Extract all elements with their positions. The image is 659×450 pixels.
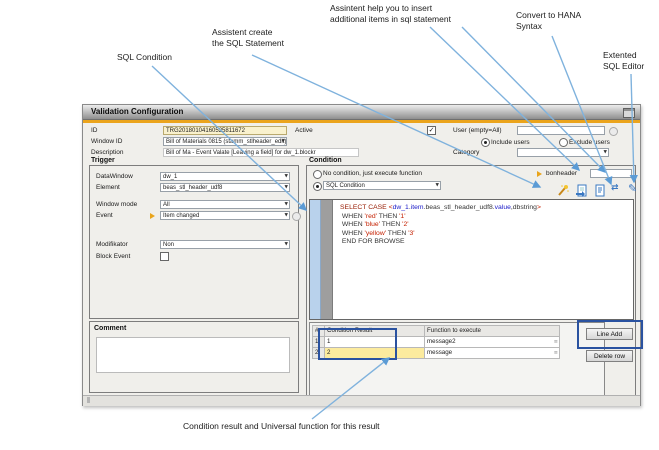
exclude-users-label: Exclude users: [569, 138, 610, 147]
chevron-down-icon: ▼: [282, 138, 285, 146]
window-id-combo[interactable]: Bill of Materials 0815 (stamm_stlheader_…: [163, 137, 287, 146]
sql-code-line: WHEN 'red' THEN '1': [340, 213, 633, 222]
event-info-icon[interactable]: [292, 212, 301, 221]
insert-field-arrow-icon[interactable]: [537, 171, 542, 177]
comment-textarea[interactable]: [96, 337, 290, 373]
window-icon[interactable]: [623, 108, 635, 118]
datawindow-label: DataWindow: [96, 172, 133, 181]
insert-field-name[interactable]: bonheader: [546, 169, 577, 178]
user-label: User (empty=All): [453, 126, 502, 135]
window-id-label: Window ID: [91, 137, 122, 146]
window-mode-label: Window mode: [96, 200, 137, 209]
element-label: Element: [96, 183, 120, 192]
highlight-box-line-add: [577, 320, 643, 349]
validation-configuration-dialog: Validation Configuration ID TRG201801041…: [82, 104, 641, 406]
condition-groupbox: No condition, just execute function bonh…: [306, 165, 636, 403]
chevron-down-icon: ▼: [285, 241, 288, 249]
event-arrow-icon[interactable]: [150, 213, 155, 219]
insert-field-input[interactable]: [590, 169, 632, 178]
no-condition-label: No condition, just execute function: [323, 169, 422, 178]
exclude-users-radio[interactable]: [559, 138, 568, 147]
chevron-down-icon: ▼: [285, 173, 288, 181]
include-users-radio[interactable]: [481, 138, 490, 147]
user-field[interactable]: [517, 126, 605, 135]
resize-grip[interactable]: [87, 397, 90, 403]
comment-groupbox: Comment: [89, 321, 299, 393]
sql-editor[interactable]: SELECT CASE <dw_1.item.beas_stl_header_u…: [309, 199, 634, 320]
comment-label: Comment: [94, 325, 126, 332]
modifikator-combo[interactable]: Non▼: [160, 240, 290, 249]
sql-code-line: END FOR BROWSE: [340, 238, 633, 247]
sql-statement-icon[interactable]: [593, 184, 607, 197]
category-label: Category: [453, 148, 479, 157]
chevron-down-icon: ▼: [604, 149, 607, 157]
delete-row-button[interactable]: Delete row: [586, 350, 633, 362]
function-picker-icon[interactable]: ≡: [554, 350, 558, 356]
no-condition-radio[interactable]: [313, 170, 322, 179]
insert-statement-icon[interactable]: [575, 184, 589, 197]
highlight-box-condition-result: [318, 328, 397, 360]
trigger-section-label: Trigger: [91, 157, 115, 164]
callout-convert-hana: Convert to HANASyntax: [516, 10, 581, 31]
category-combo[interactable]: ▼: [517, 148, 609, 157]
function-cell[interactable]: message≡: [425, 348, 560, 359]
function-picker-icon[interactable]: ≡: [554, 339, 558, 345]
chevron-down-icon: ▼: [285, 184, 288, 192]
check-icon: ✓: [429, 126, 435, 134]
screenshot-canvas: SQL Condition Assistent createthe SQL St…: [0, 0, 659, 450]
id-label: ID: [91, 126, 98, 135]
element-combo[interactable]: beas_stl_header_udf8▼: [160, 183, 290, 192]
sql-code-line: WHEN 'blue' THEN '2': [340, 221, 633, 230]
callout-extended-editor: ExtentedSQL Editor: [603, 50, 644, 71]
window-mode-combo[interactable]: All▼: [160, 200, 290, 209]
active-checkbox[interactable]: ✓: [427, 126, 436, 135]
accent-line: [83, 120, 640, 123]
active-label: Active: [295, 126, 313, 135]
extended-editor-pencil-icon[interactable]: ✎: [628, 182, 642, 195]
col-header-function: Function to execute: [425, 326, 560, 337]
callout-assistant-insert: Assintent help you to insertadditional i…: [330, 3, 451, 24]
callout-assistant-create: Assistent createthe SQL Statement: [212, 27, 284, 48]
description-field[interactable]: Bill of Ma - Event Valate [Leaving a fie…: [163, 148, 359, 157]
datawindow-combo[interactable]: dw_1▼: [160, 172, 290, 181]
callout-sql-condition: SQL Condition: [117, 52, 172, 63]
user-info-icon[interactable]: [609, 127, 618, 136]
callout-condition-result: Condition result and Universal function …: [183, 421, 380, 432]
chevron-down-icon: ▼: [285, 212, 288, 220]
sql-condition-radio[interactable]: [313, 182, 322, 191]
chevron-down-icon: ▼: [285, 201, 288, 209]
trigger-groupbox: DataWindow dw_1▼ Element beas_stl_header…: [89, 165, 299, 319]
sql-code-line: SELECT CASE <dw_1.item.beas_stl_header_u…: [340, 204, 633, 213]
dialog-titlebar[interactable]: Validation Configuration: [83, 105, 640, 120]
dialog-title: Validation Configuration: [83, 105, 640, 119]
hana-convert-icon[interactable]: ⇄: [611, 183, 625, 196]
event-label: Event: [96, 211, 113, 220]
chevron-down-icon: ▼: [436, 182, 439, 190]
include-users-label: Include users: [491, 138, 530, 147]
sql-code-line: WHEN 'yellow' THEN '3': [340, 230, 633, 239]
sql-condition-combo[interactable]: SQL Condition ▼: [323, 181, 441, 190]
description-label: Description: [91, 148, 124, 157]
function-cell[interactable]: message2≡: [425, 337, 560, 348]
dialog-bottom-strip: [83, 395, 640, 406]
id-field[interactable]: TRG20180104160525811672: [163, 126, 287, 135]
event-combo[interactable]: Item changed▼: [160, 211, 290, 220]
wand-icon[interactable]: [556, 184, 570, 197]
block-event-checkbox[interactable]: [160, 252, 169, 261]
block-event-label: Block Event: [96, 252, 130, 261]
modifikator-label: Modifikator: [96, 240, 128, 249]
condition-section-label: Condition: [309, 157, 342, 164]
